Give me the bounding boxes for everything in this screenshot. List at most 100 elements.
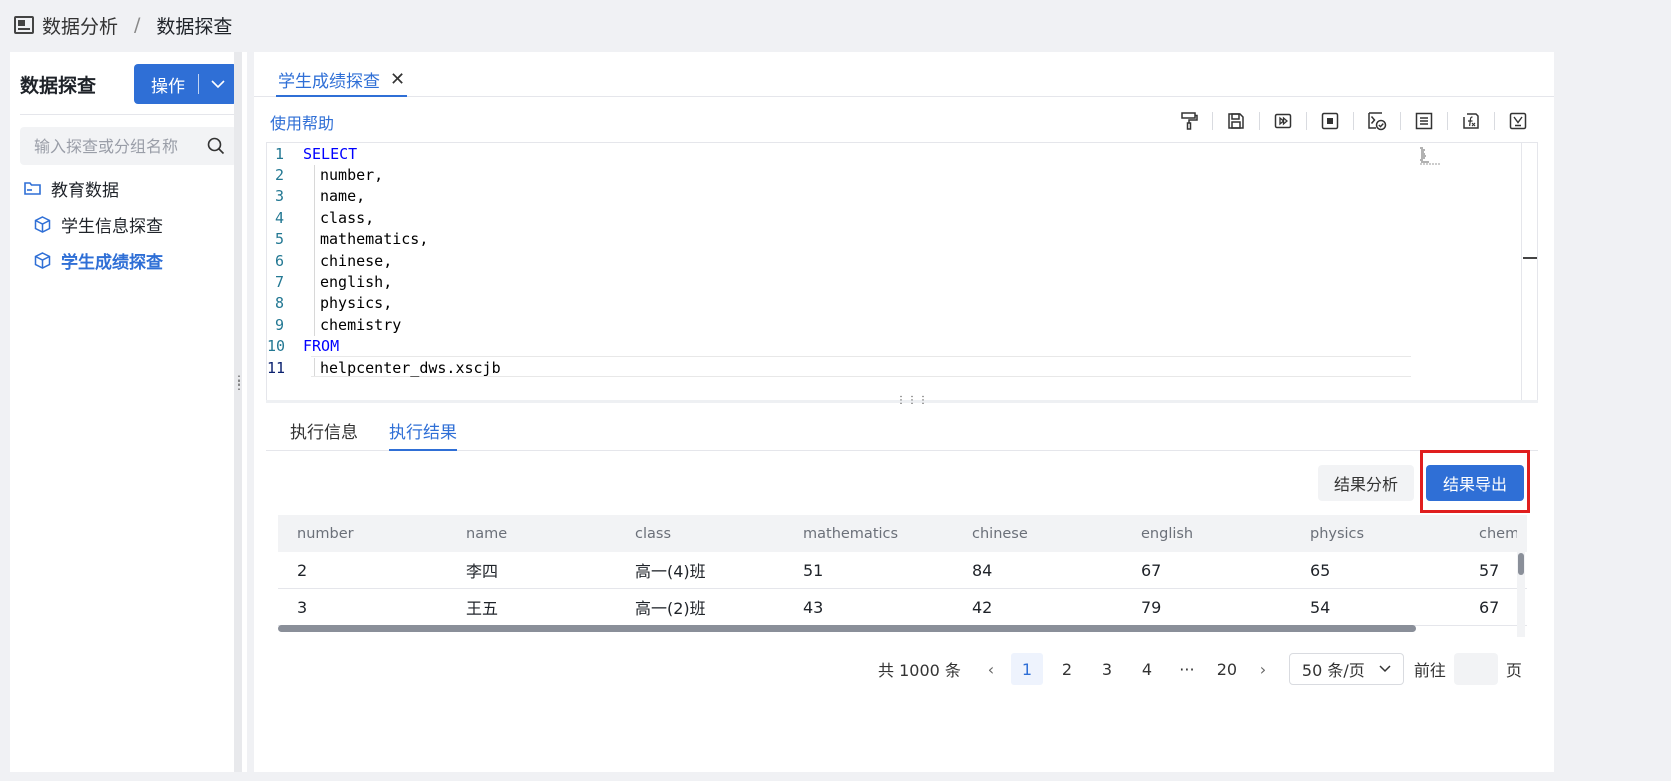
page-number[interactable]: 1 <box>1010 653 1043 685</box>
table-cell: 43 <box>803 597 824 617</box>
page-number[interactable]: 3 <box>1091 653 1123 685</box>
line-number: 10 <box>267 337 286 356</box>
minimap[interactable] <box>1419 147 1441 165</box>
check-sql-icon[interactable] <box>1366 110 1388 132</box>
code-text: english, <box>320 273 393 292</box>
list-icon[interactable] <box>1413 110 1435 132</box>
code-line: 7 english, <box>267 271 1537 292</box>
table-cell: 51 <box>803 560 824 580</box>
help-link[interactable]: 使用帮助 <box>270 110 334 134</box>
table-cell: 42 <box>972 597 993 617</box>
chevron-down-icon[interactable] <box>199 79 237 89</box>
chevron-right-icon[interactable]: › <box>1247 660 1279 679</box>
table-vertical-scrollbar[interactable] <box>1517 515 1525 637</box>
code-line: 1 SELECT <box>267 143 1537 164</box>
tree-item-student-score[interactable]: 学生成绩探查 <box>20 242 237 278</box>
code-line: 9 chemistry <box>267 314 1537 335</box>
search-input[interactable] <box>34 136 207 156</box>
goto-label: 前往 <box>1413 661 1446 680</box>
column-header[interactable]: english <box>1141 526 1193 542</box>
code-line: 10 FROM <box>267 336 1537 357</box>
splitter-handle-icon[interactable]: ⋮ ⋮ <box>233 374 245 394</box>
column-header[interactable]: class <box>635 526 671 542</box>
breadcrumb-separator: / <box>134 14 141 36</box>
format-brush-icon[interactable] <box>1178 110 1200 132</box>
explore-tree: 教育数据 学生信息探查 学生成绩探查 <box>20 170 237 278</box>
table-cell: 79 <box>1141 597 1162 617</box>
operation-button[interactable]: 操作 <box>134 64 237 104</box>
column-header[interactable]: chinese <box>972 526 1028 542</box>
column-header[interactable]: physics <box>1310 526 1364 542</box>
code-text: number, <box>320 166 384 185</box>
table-cell: 65 <box>1310 560 1331 580</box>
code-text: SELECT <box>303 144 358 163</box>
page-ellipsis[interactable]: ··· <box>1171 653 1203 685</box>
result-table: number name class mathematics chinese en… <box>278 515 1527 637</box>
table-cell: 57 <box>1479 560 1500 580</box>
code-text: chemistry <box>320 315 402 334</box>
scrollbar-thumb[interactable] <box>1518 553 1524 575</box>
column-header[interactable]: name <box>466 526 507 542</box>
code-line: 2 number, <box>267 164 1537 185</box>
variable-icon[interactable] <box>1507 110 1529 132</box>
editor-scrollbar[interactable] <box>1521 143 1537 401</box>
table-horizontal-scrollbar[interactable] <box>278 625 1416 632</box>
resize-handle-icon[interactable]: ⋮⋮⋮ <box>896 395 929 406</box>
tree-item-student-info[interactable]: 学生信息探查 <box>20 206 237 242</box>
table-header: number name class mathematics chinese en… <box>278 515 1527 552</box>
toolbar-divider <box>1306 112 1307 130</box>
table-cell: 54 <box>1310 597 1331 617</box>
tree-folder-label: 教育数据 <box>51 180 119 201</box>
goto-page-input[interactable] <box>1453 653 1498 685</box>
table-cell: 2 <box>297 560 308 580</box>
page-size-value: 50 条/页 <box>1301 661 1365 680</box>
run-icon[interactable] <box>1272 110 1294 132</box>
table-cell: 84 <box>972 560 993 580</box>
column-header[interactable]: number <box>297 526 354 542</box>
stop-icon[interactable] <box>1319 110 1341 132</box>
breadcrumb-parent[interactable]: 数据分析 <box>42 12 118 39</box>
scrollbar-cursor-mark <box>1523 257 1537 259</box>
line-number: 6 <box>275 251 285 270</box>
page-number[interactable]: 2 <box>1051 653 1083 685</box>
save-icon[interactable] <box>1225 110 1247 132</box>
tree-folder-education[interactable]: 教育数据 <box>20 170 237 206</box>
left-panel-header: 数据探查 操作 <box>20 64 237 104</box>
chevron-left-icon[interactable]: ‹ <box>975 660 1007 679</box>
code-line: 6 chinese, <box>267 250 1537 271</box>
tab-label: 学生成绩探查 <box>278 72 380 92</box>
column-header[interactable]: mathematics <box>803 526 898 542</box>
toolbar-divider <box>1353 112 1354 130</box>
search-icon[interactable] <box>207 137 225 155</box>
function-icon[interactable] <box>1460 110 1482 132</box>
breadcrumb: 数据分析 / 数据探查 <box>14 12 232 38</box>
main-panel: 学生成绩探查 ✕ 使用帮助 1 SELECT 2 number, 3 name,… <box>254 52 1554 772</box>
result-tabs: 执行信息 执行结果 <box>266 414 1538 451</box>
code-text: mathematics, <box>320 230 429 249</box>
table-cell: 67 <box>1479 597 1500 617</box>
code-text: helpcenter_dws.xscjb <box>320 358 501 377</box>
line-number: 2 <box>275 166 285 185</box>
tab-execution-result[interactable]: 执行结果 <box>389 418 457 451</box>
page-suffix: 页 <box>1505 661 1522 680</box>
left-panel-title: 数据探查 <box>20 74 97 97</box>
sql-editor[interactable]: 1 SELECT 2 number, 3 name, 4 class, 5 mathema… <box>266 142 1538 401</box>
table-row[interactable]: 2 李四 高一(4)班 51 84 67 65 57 <box>278 552 1527 589</box>
close-icon[interactable]: ✕ <box>390 69 405 90</box>
code-line: 3 name, <box>267 186 1537 207</box>
code-line: 5 mathematics, <box>267 229 1537 250</box>
table-row[interactable]: 3 王五 高一(2)班 43 42 79 54 67 <box>278 589 1527 626</box>
page-number[interactable]: 4 <box>1131 653 1163 685</box>
toolbar-divider <box>1447 112 1448 130</box>
pagination: 共 1000 条 ‹ 1 2 3 4 ··· 20 › 50 条/页 前往 页 <box>878 653 1522 685</box>
table-cell: 李四 <box>466 562 499 581</box>
line-number: 3 <box>275 187 285 206</box>
line-number: 4 <box>275 208 285 227</box>
page-number[interactable]: 20 <box>1211 653 1243 685</box>
result-analysis-button[interactable]: 结果分析 <box>1318 465 1414 501</box>
tab-execution-info[interactable]: 执行信息 <box>290 418 358 451</box>
panel-splitter[interactable] <box>234 52 242 772</box>
line-number: 11 <box>267 358 286 377</box>
tab-student-score[interactable]: 学生成绩探查 ✕ <box>276 64 408 97</box>
page-size-select[interactable]: 50 条/页 <box>1288 653 1404 685</box>
